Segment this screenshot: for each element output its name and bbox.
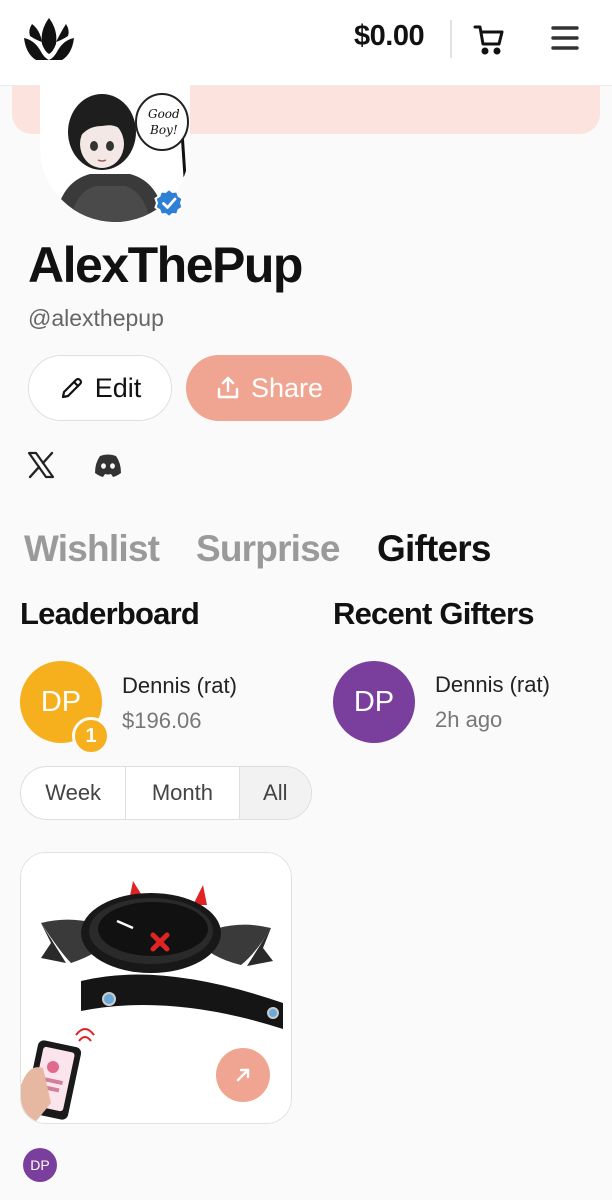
tab-gifters[interactable]: Gifters	[377, 528, 491, 570]
rank-badge: 1	[72, 717, 110, 755]
x-icon[interactable]	[26, 451, 56, 479]
crown-logo-icon[interactable]	[22, 16, 76, 62]
period-all-button[interactable]: All	[239, 767, 311, 819]
display-name: AlexThePup	[28, 237, 303, 293]
period-month-button[interactable]: Month	[126, 767, 240, 819]
profile-handle: @alexthepup	[28, 305, 164, 331]
period-week-button[interactable]: Week	[21, 767, 127, 819]
header-divider	[450, 20, 452, 58]
recent-gift-time: 2h ago	[435, 707, 503, 732]
tab-surprise[interactable]: Surprise	[196, 528, 341, 570]
cart-icon[interactable]	[472, 22, 506, 56]
leaderboard-gift-amount: $196.06	[122, 708, 202, 733]
recent-gifter-avatar[interactable]: DP	[333, 661, 415, 743]
pencil-icon	[61, 377, 82, 399]
open-gift-button[interactable]	[216, 1048, 270, 1102]
gift-gifter-avatar[interactable]: DP	[23, 1148, 57, 1182]
discord-icon[interactable]	[93, 451, 123, 479]
share-upload-icon	[217, 376, 239, 399]
hamburger-menu-icon[interactable]	[550, 24, 580, 52]
avatar-bubble-line-2: Boy!	[149, 123, 178, 137]
share-button[interactable]: Share	[186, 355, 352, 421]
leaderboard-title: Leaderboard	[20, 596, 200, 631]
edit-button[interactable]: Edit	[28, 355, 172, 421]
period-selector: Week Month All	[20, 766, 312, 820]
avatar-bubble-line-1: Good	[148, 107, 180, 121]
tab-wishlist[interactable]: Wishlist	[24, 528, 160, 570]
balance[interactable]: $0.00	[354, 20, 425, 53]
arrow-up-right-icon	[236, 1068, 250, 1082]
edit-button-label: Edit	[94, 372, 142, 403]
recent-gifters-title: Recent Gifters	[333, 596, 535, 631]
verified-check-icon	[154, 188, 184, 218]
share-button-label: Share	[250, 372, 324, 403]
top-bar: $0.00	[0, 0, 612, 86]
leaderboard-gifter-name[interactable]: Dennis (rat)	[122, 673, 237, 699]
recent-gifter-name[interactable]: Dennis (rat)	[435, 672, 550, 698]
